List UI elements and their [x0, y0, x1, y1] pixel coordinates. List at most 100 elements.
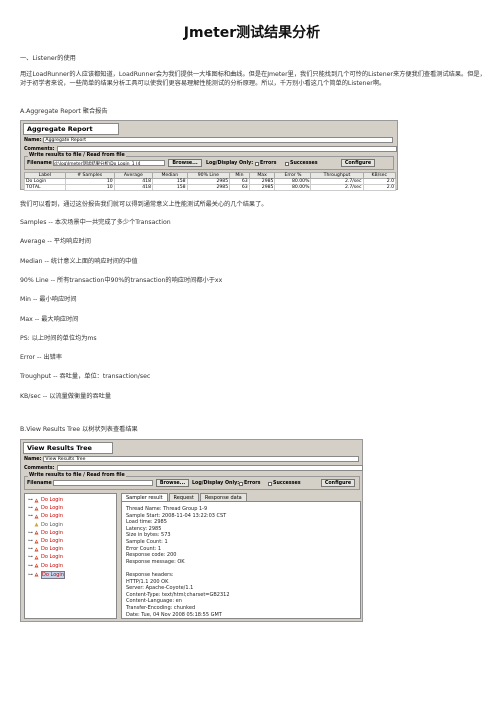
name-field[interactable]: View Results Tree — [43, 456, 360, 462]
configure-button[interactable]: Configure — [321, 479, 355, 487]
aggregate-heading: A.Aggregate Report 聚合报告 — [20, 108, 108, 115]
definition-line: Median -- 统计意义上面的响应时间的中值 — [20, 257, 138, 265]
successes-checkbox[interactable] — [268, 481, 272, 486]
results-tree-panel: View Results Tree Name: View Results Tre… — [20, 439, 363, 622]
success-icon — [34, 522, 39, 527]
tree-item[interactable]: ⊶ Do Login — [28, 563, 63, 569]
definition-line: Average -- 平均响应时间 — [20, 238, 91, 246]
tree-item[interactable]: ⊶ Do Login — [28, 530, 63, 536]
section-heading: 一、Listener的使用 — [20, 55, 76, 62]
table-cell: 63 — [229, 184, 250, 191]
document-title: Jmeter测试结果分析 — [183, 25, 321, 41]
intro-paragraph: 用过LoadRunner的人应该都知道，LoadRunner会为我们提供一大堆图… — [20, 71, 486, 87]
filename-field[interactable] — [53, 480, 153, 486]
after-aggregate-text: 我们可以看到，通过这份报告我们就可以得到通常意义上性能测试所最关心的几个结果了。 — [20, 201, 268, 208]
file-group: Write results to file / Read from file F… — [24, 153, 394, 170]
errors-label: Errors — [244, 481, 261, 486]
sampler-result-pane: Thread Name: Thread Group 1-9 Sample Star… — [121, 501, 361, 619]
table-row[interactable]: TOTAL 10 418 158 2985 63 2985 80.00% 2.7/sec 2.0 — [24, 184, 397, 191]
definition-line: PS: 以上时间的单位均为ms — [20, 334, 97, 342]
comments-label: Comments: — [24, 465, 55, 471]
result-line: Response code: 200 — [126, 552, 177, 559]
result-line: Sample Start: 2008-11-04 13:22:03 CST — [126, 512, 227, 519]
result-line: Transfer-Encoding: chunked — [126, 605, 196, 611]
successes-label: Successes — [290, 161, 318, 166]
tree-item-label: Do Login — [41, 570, 65, 579]
tree-item[interactable]: Do Login — [28, 522, 63, 528]
tree-item[interactable]: ⊶ Do Login — [28, 513, 63, 519]
successes-checkbox[interactable] — [285, 161, 289, 166]
log-display-label: Log/Display Only: — [192, 481, 240, 486]
definition-line: 90% Line -- 所有transaction中90%的transactio… — [20, 276, 223, 284]
table-cell: 2.7/sec — [310, 184, 364, 191]
aggregate-table: Label # Samples Average Median 90% Line Min Ma… — [24, 172, 397, 191]
comments-field[interactable] — [56, 465, 363, 471]
comments-field[interactable] — [56, 146, 397, 152]
result-line: Response headers: — [126, 572, 174, 578]
log-display-label: Log/Display Only: — [206, 161, 254, 166]
errors-label: Errors — [260, 161, 277, 166]
table-cell: 158 — [152, 184, 188, 191]
filename-label: Filename — [27, 161, 52, 166]
browse-button[interactable]: Browse... — [168, 159, 202, 167]
table-cell: 418 — [113, 184, 154, 191]
warning-icon — [34, 514, 39, 519]
definition-line: KB/sec -- 以流量做衡量的吞吐量 — [20, 392, 112, 400]
tree-item-label: Do Login — [41, 497, 63, 503]
tree-item[interactable]: ⊶ Do Login — [28, 497, 63, 503]
tree-item-label: Do Login — [41, 529, 63, 536]
file-group-title: Write results to file / Read from file — [28, 473, 126, 478]
warning-icon — [34, 539, 39, 543]
result-line: Sample Count: 1 — [126, 539, 168, 545]
result-line: Content-Type: text/html;charset=GB2312 — [126, 591, 230, 598]
tree-item-label: Do Login — [41, 505, 63, 512]
tree-item[interactable]: ⊶ Do Login — [28, 538, 63, 544]
result-line: Size in bytes: 573 — [126, 532, 171, 539]
tree-item-label: Do Login — [41, 546, 63, 553]
aggregate-report-panel: Aggregate Report Name: Aggregate Report … — [20, 120, 398, 191]
table-cell: TOTAL — [24, 184, 66, 191]
result-line: Content-Language: en — [126, 598, 182, 605]
tree-item[interactable]: ⊶ Do Login — [28, 554, 63, 560]
tree-item-label: Do Login — [41, 562, 63, 569]
definition-line: Troughput -- 吞吐量，单位：transaction/sec — [20, 373, 151, 381]
result-line: Thread Name: Thread Group 1-9 — [126, 506, 208, 512]
table-cell: 2.0 — [362, 184, 397, 191]
errors-checkbox[interactable] — [255, 161, 259, 166]
tree-item-label: Do Login — [41, 513, 63, 520]
errors-checkbox[interactable] — [239, 481, 243, 486]
warning-icon — [34, 563, 39, 568]
tree-item[interactable]: ⊶ Do Login — [28, 570, 65, 579]
panel-header: Aggregate Report — [23, 123, 119, 135]
table-cell: 80.00% — [274, 184, 312, 191]
file-group-title: Write results to file / Read from file — [28, 153, 126, 158]
result-line: Server: Apache-Coyote/1.1 — [126, 585, 194, 592]
result-line: Load time: 2985 — [126, 519, 167, 526]
tree-item[interactable]: ⊶ Do Login — [28, 505, 63, 511]
result-line: HTTP/1.1 200 OK — [126, 578, 169, 585]
tree-heading: B.View Results Tree 以树状列表查看结果 — [20, 426, 138, 433]
warning-icon — [34, 506, 39, 511]
table-cell: 2985 — [186, 184, 231, 191]
result-line: Error Count: 1 — [126, 545, 162, 552]
result-line: Date: Tue, 04 Nov 2008 05:18:55 GMT — [126, 611, 222, 618]
tree-item-label: Do Login — [41, 521, 63, 528]
configure-button[interactable]: Configure — [341, 159, 375, 167]
table-cell: 2985 — [248, 184, 276, 191]
sample-tree[interactable]: ⊶ Do Login ⊶ Do Login ⊶ Do Login Do Login ⊶ Do L… — [24, 493, 117, 619]
comments-label: Comments: — [24, 146, 55, 152]
name-field[interactable]: Aggregate Report — [43, 137, 394, 143]
tree-item-label: Do Login — [41, 554, 63, 561]
warning-icon — [34, 555, 39, 560]
warning-icon — [34, 530, 39, 535]
name-label: Name: — [24, 137, 42, 143]
browse-button[interactable]: Browse... — [156, 479, 189, 487]
warning-icon — [34, 572, 39, 577]
tree-item[interactable]: ⊶ Do Login — [28, 546, 63, 552]
name-label: Name: — [24, 456, 42, 462]
definition-line: Error -- 出错率 — [20, 354, 63, 362]
filename-field[interactable]: d:\log\Jmeter测试结果分析\Do Login_1 (4 — [53, 160, 165, 166]
panel-header: View Results Tree — [23, 442, 113, 454]
definition-line: Max -- 最大响应时间 — [20, 315, 79, 323]
warning-icon — [34, 498, 39, 502]
